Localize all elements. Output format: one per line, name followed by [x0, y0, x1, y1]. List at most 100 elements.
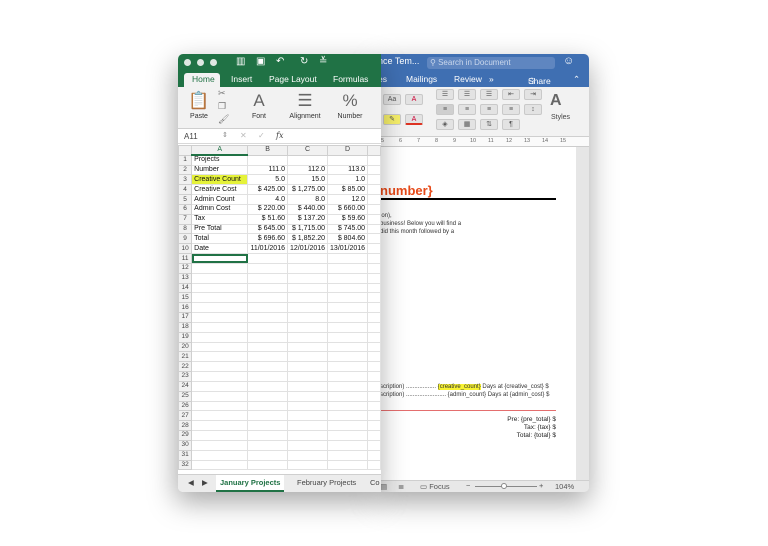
cell-c[interactable] [286, 439, 329, 451]
borders-icon[interactable]: ▦ [458, 119, 476, 130]
formula-input[interactable] [294, 131, 379, 142]
cell-a[interactable] [191, 400, 249, 412]
cell-d[interactable]: 113.0 [327, 164, 369, 176]
cell-d[interactable] [327, 410, 369, 422]
cell-a[interactable]: Total [191, 233, 249, 245]
cell-c[interactable] [286, 341, 329, 353]
cell-e[interactable] [367, 321, 381, 333]
tab-mailings[interactable]: Mailings [406, 74, 437, 84]
cancel-formula-icon[interactable]: ✕ [240, 131, 247, 140]
cell-a[interactable] [191, 302, 249, 314]
cell-a[interactable] [191, 351, 249, 363]
cell-c[interactable]: $ 1,852.20 [286, 233, 329, 245]
cell-a[interactable] [191, 380, 249, 392]
numbering-icon[interactable]: ☰ [458, 89, 476, 100]
shading-icon[interactable]: ◈ [436, 119, 454, 130]
select-all-corner[interactable] [178, 145, 193, 156]
cell-a[interactable] [191, 361, 249, 373]
cell-c[interactable] [286, 390, 329, 402]
cell-a[interactable] [191, 272, 249, 284]
increase-indent-icon[interactable]: ⇥ [524, 89, 542, 100]
align-center-icon[interactable]: ≡ [458, 104, 476, 115]
cell-b[interactable] [247, 439, 288, 451]
row-header[interactable]: 21 [178, 351, 193, 363]
row-header[interactable]: 12 [178, 262, 193, 274]
font-color-icon[interactable]: A [405, 114, 423, 125]
cell-a[interactable] [191, 331, 249, 343]
cell-d[interactable]: $ 804.60 [327, 233, 369, 245]
row-header[interactable]: 28 [178, 420, 193, 432]
word-ruler[interactable]: 5 6 7 8 9 10 11 12 13 14 15 [378, 137, 589, 147]
cell-e[interactable] [367, 174, 381, 186]
cell-c[interactable]: 15.0 [286, 174, 329, 186]
zoom-in-button[interactable]: + [539, 481, 543, 490]
cell-e[interactable] [367, 194, 381, 205]
cell-b[interactable]: $ 696.60 [247, 233, 288, 245]
zoom-slider-handle[interactable] [501, 483, 507, 489]
cell-c[interactable]: 112.0 [286, 164, 329, 176]
bullets-icon[interactable]: ☰ [436, 89, 454, 100]
cell-d[interactable] [327, 331, 369, 343]
cell-b[interactable] [247, 302, 288, 314]
row-header[interactable]: 29 [178, 430, 193, 441]
cell-a[interactable] [191, 420, 249, 432]
confirm-formula-icon[interactable]: ✓ [258, 131, 265, 140]
row-header[interactable]: 13 [178, 272, 193, 284]
cell-c[interactable]: 12/01/2016 [286, 243, 329, 255]
cell-d[interactable]: $ 85.00 [327, 184, 369, 196]
cell-d[interactable] [327, 262, 369, 274]
cell-e[interactable] [367, 371, 381, 382]
align-right-icon[interactable]: ≡ [480, 104, 498, 115]
cell-c[interactable] [286, 449, 329, 461]
cell-d[interactable] [327, 341, 369, 353]
cell-d[interactable] [327, 390, 369, 402]
cell-a[interactable]: Admin Cost [191, 203, 249, 215]
cell-c[interactable] [286, 282, 329, 294]
cell-d[interactable] [327, 154, 369, 166]
cell-d[interactable] [327, 459, 369, 471]
column-header-d[interactable]: D [327, 145, 369, 156]
cell-a[interactable] [191, 312, 249, 323]
cell-c[interactable] [286, 400, 329, 412]
minimize-window-button[interactable] [197, 59, 204, 66]
cell-b[interactable] [247, 371, 288, 382]
cell-b[interactable] [247, 351, 288, 363]
word-search-box[interactable]: ⚲ Search in Document [427, 57, 555, 69]
cell-b[interactable]: 11/01/2016 [247, 243, 288, 255]
cell-e[interactable] [367, 361, 381, 373]
cell-e[interactable] [367, 449, 381, 461]
cell-d[interactable] [327, 351, 369, 363]
cell-c[interactable] [286, 361, 329, 373]
cell-e[interactable] [367, 243, 381, 255]
cell-b[interactable] [247, 154, 288, 166]
row-header[interactable]: 26 [178, 400, 193, 412]
tab-home[interactable]: Home [192, 74, 215, 84]
column-header-c[interactable]: C [286, 145, 329, 156]
justify-icon[interactable]: ≡ [502, 104, 520, 115]
row-header[interactable]: 22 [178, 361, 193, 373]
show-formatting-icon[interactable]: ¶ [502, 119, 520, 130]
redo-icon[interactable]: ↻ [300, 56, 308, 67]
paste-group[interactable]: 📋 Paste [184, 89, 214, 120]
cell-b[interactable] [247, 449, 288, 461]
cell-b[interactable]: $ 220.00 [247, 203, 288, 215]
spreadsheet-grid[interactable]: A B C D 1 Projects 2 Number 111.0 112.0 113.0 3… [178, 145, 381, 474]
row-header[interactable]: 16 [178, 302, 193, 314]
name-box-dropdown-icon[interactable]: ⇕ [222, 131, 228, 139]
zoom-out-button[interactable]: − [466, 481, 470, 490]
cell-d[interactable] [327, 321, 369, 333]
sheet-tab-partial[interactable]: Co [366, 475, 381, 492]
cell-b[interactable] [247, 380, 288, 392]
cell-d[interactable] [327, 371, 369, 382]
row-header[interactable]: 23 [178, 371, 193, 382]
cell-e[interactable] [367, 312, 381, 323]
cell-a[interactable] [191, 262, 249, 274]
save-icon[interactable]: ▣ [256, 56, 265, 67]
cell-a[interactable] [191, 341, 249, 353]
cell-c[interactable] [286, 154, 329, 166]
cell-d[interactable] [327, 272, 369, 284]
cell-e[interactable] [367, 292, 381, 304]
cell-c[interactable] [286, 272, 329, 284]
cell-d[interactable]: 12.0 [327, 194, 369, 205]
cell-a[interactable]: Pre Total [191, 223, 249, 235]
